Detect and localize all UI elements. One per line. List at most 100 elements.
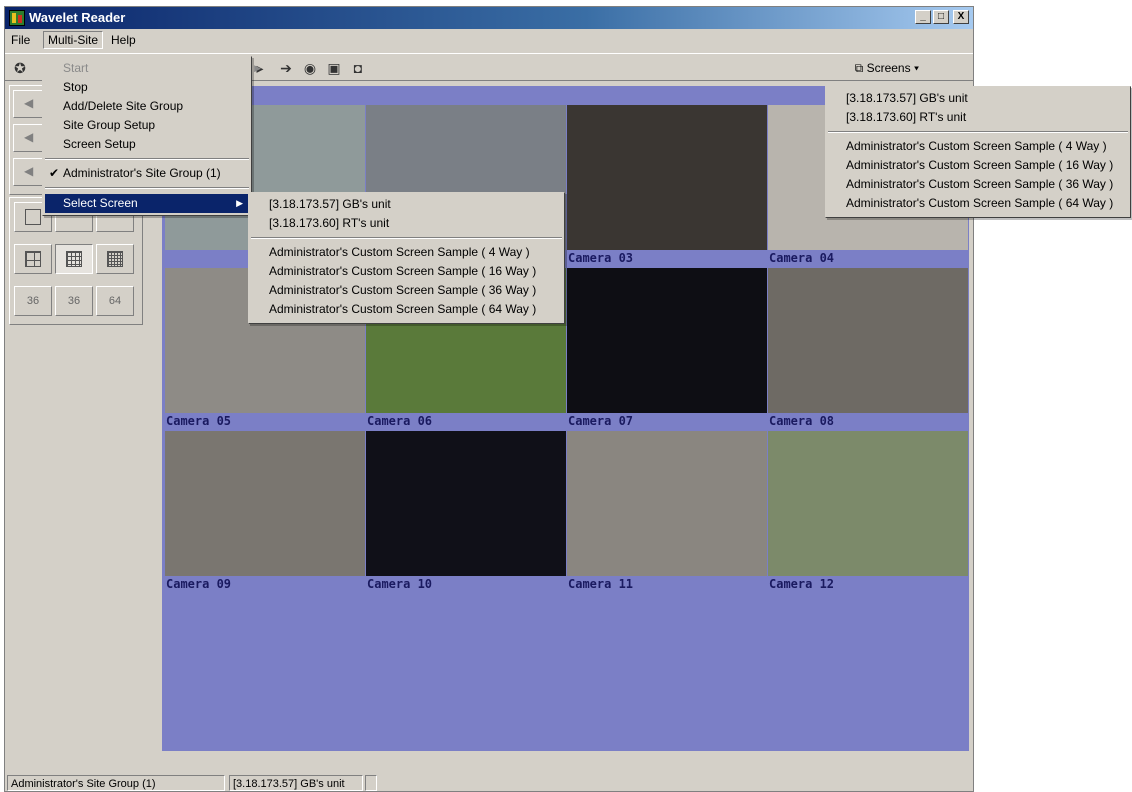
menu-help[interactable]: Help — [107, 32, 140, 48]
menu-item-site-group-setup-label: Site Group Setup — [63, 118, 156, 132]
layout-36b-button[interactable]: 36 — [55, 286, 93, 316]
camera-label: Camera 11 — [568, 577, 634, 591]
submenu-screen-64way[interactable]: Administrator's Custom Screen Sample ( 6… — [251, 300, 580, 319]
menu-item-site-group-label: Administrator's Site Group (1) — [63, 166, 221, 180]
screens-item-16way-label: Administrator's Custom Screen Sample ( 1… — [846, 158, 1114, 172]
save-icon[interactable]: ▣ — [325, 59, 343, 77]
status-group: Administrator's Site Group (1) — [7, 775, 225, 791]
camera-tile[interactable]: Camera 09 — [165, 431, 365, 595]
chevron-down-icon: ▾ — [913, 61, 919, 75]
camera-feed — [366, 431, 566, 576]
screens-item-36way-label: Administrator's Custom Screen Sample ( 3… — [846, 177, 1114, 191]
layout-64-button[interactable]: 64 — [96, 286, 134, 316]
menu-multi-site[interactable]: Multi-Site — [43, 31, 104, 49]
menu-item-stop-label: Stop — [63, 80, 88, 94]
submenu-screen-4way[interactable]: Administrator's Custom Screen Sample ( 4… — [251, 243, 580, 262]
screens-unit-gb[interactable]: [3.18.173.57] GB's unit — [828, 89, 1132, 108]
minimize-button[interactable]: _ — [915, 10, 931, 24]
menu-bar: File Multi-Site Help — [5, 30, 973, 50]
camera-label: Camera 12 — [769, 577, 835, 591]
menu-item-add-delete-site-group[interactable]: Add/Delete Site Group — [45, 97, 267, 116]
camera-label: Camera 08 — [769, 414, 835, 428]
camera-label: Camera 10 — [367, 577, 433, 591]
screens-icon: ⧉ — [854, 61, 864, 75]
title-bar[interactable]: Wavelet Reader _ □ X — [5, 7, 973, 29]
screens-item-36way[interactable]: Administrator's Custom Screen Sample ( 3… — [828, 175, 1132, 194]
submenu-screen-64way-label: Administrator's Custom Screen Sample ( 6… — [269, 302, 537, 316]
camera-feed — [567, 431, 767, 576]
layout-36a-label: 36 — [26, 295, 40, 307]
menu-item-start-label: Start — [63, 61, 89, 75]
zoom-icon[interactable]: ◉ — [301, 59, 319, 77]
select-screen-submenu: [3.18.173.57] GB's unit [3.18.173.60] RT… — [248, 192, 565, 324]
submenu-arrow-icon: ▶ — [254, 63, 261, 73]
camera-tile[interactable]: Camera 10 — [366, 431, 566, 595]
submenu-unit-gb-label: [3.18.173.57] GB's unit — [269, 197, 391, 211]
camera-label: Camera 05 — [166, 414, 232, 428]
camera-label: Camera 04 — [769, 251, 835, 265]
screens-item-4way[interactable]: Administrator's Custom Screen Sample ( 4… — [828, 137, 1132, 156]
grid-16-icon — [66, 251, 82, 268]
camera-tile[interactable]: Camera 11 — [567, 431, 767, 595]
submenu-unit-gb[interactable]: [3.18.173.57] GB's unit — [251, 195, 580, 214]
layout-group: 36 36 64 — [9, 197, 143, 325]
menu-item-screen-setup[interactable]: Screen Setup — [45, 135, 267, 154]
grid-dense-icon — [107, 251, 123, 268]
camera-tile[interactable]: Camera 03 — [567, 105, 767, 269]
camera-label: Camera 06 — [367, 414, 433, 428]
close-button[interactable]: X — [953, 10, 969, 24]
menu-separator — [45, 158, 249, 160]
submenu-screen-36way[interactable]: Administrator's Custom Screen Sample ( 3… — [251, 281, 580, 300]
menu-file[interactable]: File — [7, 32, 34, 48]
status-extra — [365, 775, 377, 791]
layout-16b-button[interactable] — [96, 244, 134, 274]
camera-feed — [567, 268, 767, 413]
menu-item-site-group[interactable]: ✔ Administrator's Site Group (1) — [45, 164, 267, 183]
screens-item-64way[interactable]: Administrator's Custom Screen Sample ( 6… — [828, 194, 1132, 213]
screens-item-4way-label: Administrator's Custom Screen Sample ( 4… — [846, 139, 1107, 153]
menu-separator — [828, 131, 1128, 133]
submenu-unit-rt-label: [3.18.173.60] RT's unit — [269, 216, 390, 230]
layout-36a-button[interactable]: 36 — [14, 286, 52, 316]
camera-label: Camera 09 — [166, 577, 232, 591]
maximize-button[interactable]: □ — [933, 10, 949, 24]
submenu-arrow-icon: ▶ — [236, 198, 243, 208]
status-bar: Administrator's Site Group (1) [3.18.173… — [5, 773, 973, 791]
screens-unit-rt[interactable]: [3.18.173.60] RT's unit — [828, 108, 1132, 127]
camera-icon[interactable]: ◘ — [349, 59, 367, 77]
layout-16-button[interactable] — [55, 244, 93, 274]
multisite-menu: Start ▶ Stop Add/Delete Site Group Site G… — [42, 56, 261, 216]
camera-label: Camera 07 — [568, 414, 634, 428]
layout-64-label: 64 — [108, 295, 122, 307]
screens-dropdown: [3.18.173.57] GB's unit [3.18.173.60] RT… — [825, 86, 1131, 218]
menu-item-start[interactable]: Start ▶ — [45, 59, 267, 78]
menu-separator — [251, 237, 562, 239]
arrow-left-icon: ◀ — [24, 130, 34, 144]
menu-item-select-screen-label: Select Screen — [63, 196, 138, 210]
site-icon[interactable]: ✪ — [11, 59, 29, 77]
camera-feed — [567, 105, 767, 250]
menu-item-stop[interactable]: Stop — [45, 78, 267, 97]
menu-item-add-delete-label: Add/Delete Site Group — [63, 99, 184, 113]
app-icon — [9, 10, 25, 26]
single-grid-icon — [25, 209, 41, 226]
quad-grid-icon — [25, 251, 41, 268]
window-title: Wavelet Reader — [29, 10, 126, 25]
layout-4-button[interactable] — [14, 244, 52, 274]
menu-item-site-group-setup[interactable]: Site Group Setup — [45, 116, 267, 135]
screens-button[interactable]: ⧉ Screens ▾ — [855, 59, 919, 77]
menu-separator — [45, 187, 249, 189]
camera-tile[interactable]: Camera 07 — [567, 268, 767, 432]
forward-icon[interactable]: ➔ — [277, 59, 295, 77]
submenu-unit-rt[interactable]: [3.18.173.60] RT's unit — [251, 214, 580, 233]
camera-tile[interactable]: Camera 08 — [768, 268, 968, 432]
submenu-screen-16way[interactable]: Administrator's Custom Screen Sample ( 1… — [251, 262, 580, 281]
camera-tile[interactable]: Camera 12 — [768, 431, 968, 595]
status-unit: [3.18.173.57] GB's unit — [229, 775, 363, 791]
check-icon: ✔ — [49, 166, 60, 180]
screens-label: Screens — [866, 61, 911, 75]
screens-item-16way[interactable]: Administrator's Custom Screen Sample ( 1… — [828, 156, 1132, 175]
menu-item-select-screen[interactable]: Select Screen ▶ — [45, 194, 249, 213]
screens-item-64way-label: Administrator's Custom Screen Sample ( 6… — [846, 196, 1114, 210]
screens-unit-rt-label: [3.18.173.60] RT's unit — [846, 110, 967, 124]
